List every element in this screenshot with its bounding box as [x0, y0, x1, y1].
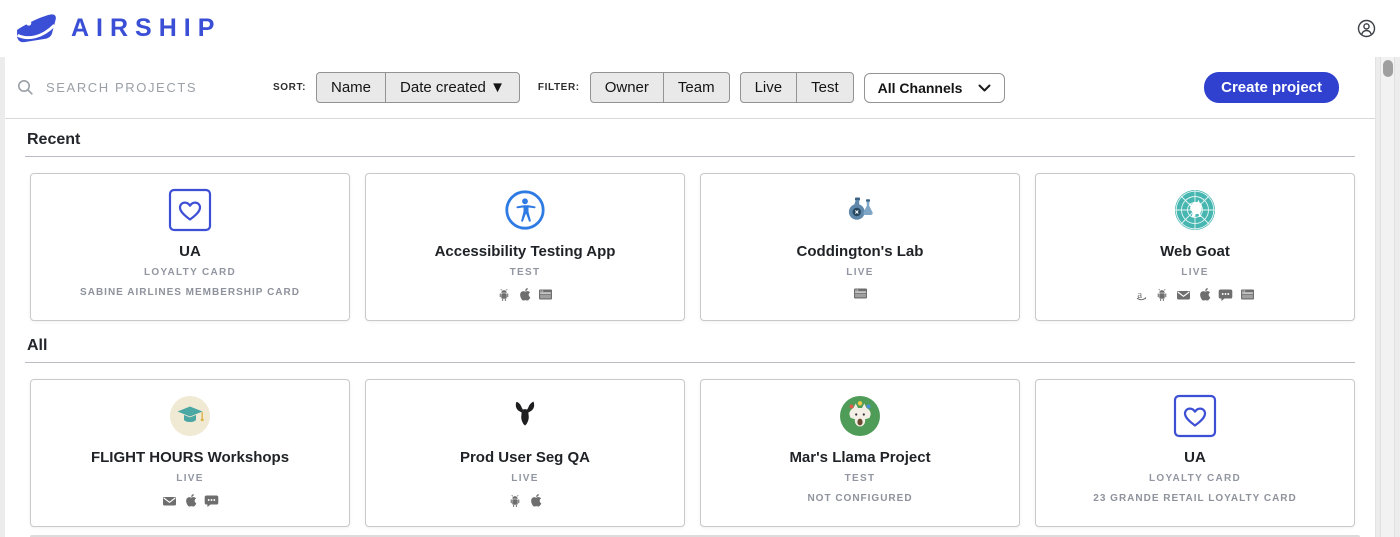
- sort-label: SORT:: [273, 82, 306, 93]
- project-name: UA: [1184, 449, 1206, 466]
- project-card-accessibility-testing-app[interactable]: Accessibility Testing App TEST: [365, 173, 685, 321]
- card-footer: [508, 493, 542, 508]
- project-status: LIVE: [511, 473, 539, 484]
- email-channel-icon: [1176, 288, 1191, 302]
- project-name: Coddington's Lab: [796, 243, 924, 260]
- apple-channel-icon: [1198, 287, 1211, 302]
- chevron-down-icon: [978, 84, 991, 92]
- card-footer: 23 GRANDE RETAIL LOYALTY CARD: [1093, 493, 1296, 504]
- project-name: Mar's Llama Project: [789, 449, 931, 466]
- project-card-prod-user-seg-qa[interactable]: Prod User Seg QA LIVE: [365, 379, 685, 527]
- project-card-web-goat[interactable]: Web Goat LIVE a: [1035, 173, 1355, 321]
- airship-logo[interactable]: AIRSHIP: [14, 12, 221, 45]
- section-title: Recent: [27, 131, 81, 148]
- project-name: Prod User Seg QA: [459, 449, 591, 466]
- top-header: AIRSHIP: [0, 0, 1400, 57]
- projects-toolbar: SORT: NameDate created ▼ FILTER: OwnerTe…: [5, 57, 1375, 119]
- project-status: LIVE: [1181, 267, 1209, 278]
- search-input[interactable]: [44, 79, 244, 96]
- projects-panel: SORT: NameDate created ▼ FILTER: OwnerTe…: [5, 57, 1376, 537]
- sort-button-group: Name Date created ▼: [316, 72, 520, 103]
- project-description: SABINE AIRLINES MEMBERSHIP CARD: [80, 287, 300, 298]
- filter-button-group: Owner Team: [589, 72, 730, 103]
- web-channel-icon: [853, 287, 868, 300]
- search-box: [17, 79, 273, 96]
- android-channel-icon: [497, 288, 511, 302]
- heart-square-icon: [168, 187, 212, 233]
- android-channel-icon: [1155, 288, 1169, 302]
- channels-dropdown-value: All Channels: [877, 79, 963, 96]
- sort-button-date-created[interactable]: Date created ▼: [385, 72, 520, 103]
- sms-channel-icon: [204, 494, 219, 508]
- android-channel-icon: [508, 494, 522, 508]
- project-name: UA: [179, 243, 201, 260]
- scrollbar-thumb[interactable]: [1383, 60, 1393, 77]
- graduation-cap-icon: [169, 393, 211, 439]
- filter-button-live[interactable]: Live: [739, 72, 798, 103]
- sms-channel-icon: [1218, 288, 1233, 302]
- goat-head-icon: [508, 393, 542, 439]
- amazon-channel-icon: a: [1135, 288, 1148, 302]
- sort-button-name[interactable]: Name: [316, 72, 387, 103]
- llama-icon: [839, 393, 881, 439]
- account-icon[interactable]: [1357, 19, 1376, 38]
- card-footer: SABINE AIRLINES MEMBERSHIP CARD: [80, 287, 300, 298]
- airship-flag-icon: [14, 12, 58, 45]
- project-description: NOT CONFIGURED: [807, 493, 913, 504]
- heart-square-icon: [1173, 393, 1217, 439]
- project-card-ua[interactable]: UA LOYALTY CARD SABINE AIRLINES MEMBERSH…: [30, 173, 350, 321]
- filter-button-owner[interactable]: Owner: [589, 72, 664, 103]
- project-status: LIVE: [176, 473, 204, 484]
- project-card-ua[interactable]: UA LOYALTY CARD 23 GRANDE RETAIL LOYALTY…: [1035, 379, 1355, 527]
- project-card-coddington-s-lab[interactable]: Coddington's Lab LIVE: [700, 173, 1020, 321]
- project-status: TEST: [509, 267, 541, 278]
- web-channel-icon: [1240, 288, 1255, 301]
- card-footer: [497, 287, 553, 302]
- lab-flasks-icon: [845, 187, 875, 233]
- logo-wordmark: AIRSHIP: [71, 14, 222, 42]
- accessibility-icon: [504, 187, 546, 233]
- project-status: LOYALTY CARD: [143, 267, 237, 278]
- section-recent: Recent UA LOYALTY CARD SABINE AIRLINES M…: [5, 119, 1375, 321]
- page-background: SORT: NameDate created ▼ FILTER: OwnerTe…: [0, 57, 1400, 537]
- cards-row: FLIGHT HOURS Workshops LIVE Prod User Se…: [25, 363, 1355, 527]
- filter-button-group: Live Test: [739, 72, 854, 103]
- cards-row: UA LOYALTY CARD SABINE AIRLINES MEMBERSH…: [25, 157, 1355, 321]
- apple-channel-icon: [529, 493, 542, 508]
- project-name: Accessibility Testing App: [434, 243, 616, 260]
- section-all: All FLIGHT HOURS Workshops LIVE Prod Use…: [5, 321, 1375, 527]
- card-footer: a: [1135, 287, 1255, 302]
- vertical-scrollbar: [1380, 57, 1395, 537]
- filter-groups: Owner Team Live Test: [589, 72, 854, 103]
- create-project-button[interactable]: Create project: [1204, 72, 1339, 103]
- web-goat-icon: [1174, 187, 1216, 233]
- sections: Recent UA LOYALTY CARD SABINE AIRLINES M…: [5, 119, 1375, 527]
- project-status: LOYALTY CARD: [1148, 473, 1242, 484]
- search-icon: [17, 79, 34, 96]
- filter-button-team[interactable]: Team: [662, 72, 730, 103]
- apple-channel-icon: [184, 493, 197, 508]
- project-description: 23 GRANDE RETAIL LOYALTY CARD: [1093, 493, 1297, 504]
- project-card-flight-hours-workshops[interactable]: FLIGHT HOURS Workshops LIVE: [30, 379, 350, 527]
- project-status: LIVE: [846, 267, 874, 278]
- card-footer: NOT CONFIGURED: [807, 493, 912, 504]
- project-card-mar-s-llama-project[interactable]: Mar's Llama Project TEST NOT CONFIGURED: [700, 379, 1020, 527]
- web-channel-icon: [538, 288, 553, 301]
- card-footer: [162, 493, 219, 508]
- project-name: FLIGHT HOURS Workshops: [90, 449, 290, 466]
- filter-label: FILTER:: [537, 82, 580, 93]
- channels-dropdown[interactable]: All Channels: [863, 72, 1006, 103]
- section-title: All: [27, 337, 48, 354]
- project-status: TEST: [844, 473, 876, 484]
- filter-button-test[interactable]: Test: [796, 72, 854, 103]
- email-channel-icon: [162, 494, 177, 508]
- card-footer: [853, 287, 868, 300]
- apple-channel-icon: [518, 287, 531, 302]
- project-name: Web Goat: [1160, 243, 1230, 260]
